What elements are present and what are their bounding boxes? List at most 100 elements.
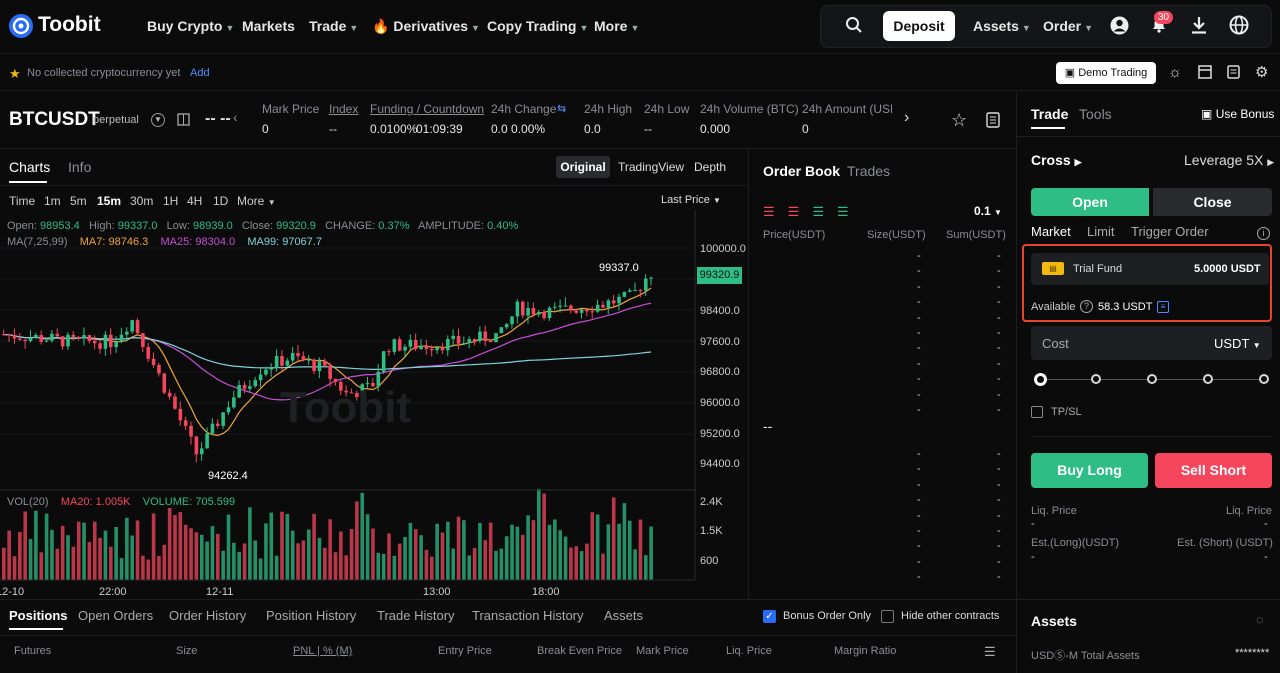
slider-handle[interactable] <box>1034 373 1047 386</box>
orderbook-row[interactable]: -- <box>760 250 1008 264</box>
leverage-select[interactable]: Leverage 5X ▶ <box>1184 152 1274 168</box>
interval-more[interactable]: More ▼ <box>237 194 276 208</box>
demo-trading-button[interactable]: ▣ Demo Trading <box>1056 62 1156 84</box>
orderbook-row[interactable]: -- <box>760 342 1008 356</box>
interval-30m[interactable]: 30m <box>130 194 153 208</box>
tab-assets[interactable]: Assets <box>604 608 643 623</box>
orderbook-view-icons[interactable]: ☰☰☰☰ <box>763 204 862 220</box>
orderbook-row[interactable]: -- <box>760 525 1008 539</box>
orderbook-row[interactable]: -- <box>760 373 1008 387</box>
tab-tools[interactable]: Tools <box>1079 106 1112 122</box>
tab-transaction-history[interactable]: Transaction History <box>472 608 584 623</box>
orderbook-row[interactable]: -- <box>760 479 1008 493</box>
interval-5m[interactable]: 5m <box>70 194 87 208</box>
symbol-dropdown-icon[interactable]: ▼ <box>151 113 165 127</box>
orderbook-row[interactable]: -- <box>760 463 1008 477</box>
interval-1m[interactable]: 1m <box>44 194 61 208</box>
use-bonus-toggle[interactable]: ▣ Use Bonus <box>1201 107 1274 121</box>
orderbook-row[interactable]: -- <box>760 312 1008 326</box>
orderbook-row[interactable]: -- <box>760 265 1008 279</box>
close-tab-button[interactable]: Close <box>1153 188 1272 216</box>
orderbook-row[interactable]: -- <box>760 556 1008 570</box>
orderbook-row[interactable]: -- <box>760 389 1008 403</box>
nav-derivatives[interactable]: 🔥 Derivatives ▼ <box>372 18 480 35</box>
nav-buy-crypto[interactable]: Buy Crypto ▼ <box>147 18 234 34</box>
open-tab-button[interactable]: Open <box>1031 188 1149 216</box>
nav-copy-trading[interactable]: Copy Trading ▼ <box>487 18 588 34</box>
chevron-right-icon[interactable]: › <box>904 109 909 127</box>
globe-icon[interactable] <box>1229 15 1249 38</box>
hide-eye-icon[interactable]: ◌ <box>1256 612 1264 627</box>
nav-markets[interactable]: Markets <box>242 18 295 34</box>
view-bids-icon[interactable]: ☰ <box>788 204 813 219</box>
toobit-logo-icon[interactable] <box>9 14 33 38</box>
orderbook-row[interactable]: -- <box>760 571 1008 585</box>
order-type-trigger[interactable]: Trigger Order <box>1131 224 1209 239</box>
interval-4h[interactable]: 4H <box>187 194 202 208</box>
order-type-limit[interactable]: Limit <box>1087 224 1114 239</box>
tab-charts[interactable]: Charts <box>9 159 50 175</box>
view-trades-icon[interactable]: ☰ <box>837 204 862 219</box>
chevron-left-icon[interactable]: ‹ <box>233 109 238 125</box>
orderbook-row[interactable]: -- <box>760 327 1008 341</box>
tab-trade[interactable]: Trade <box>1031 106 1068 122</box>
tab-order-book[interactable]: Order Book <box>763 163 840 179</box>
nav-trade[interactable]: Trade ▼ <box>309 18 358 34</box>
favorite-star-icon[interactable]: ☆ <box>951 110 967 131</box>
view-depth[interactable]: Depth <box>694 160 726 174</box>
settings-gear-icon[interactable]: ⚙ <box>1255 63 1268 81</box>
slider-step[interactable] <box>1091 374 1101 384</box>
transfer-icon[interactable]: ≡ <box>1157 301 1169 313</box>
view-original[interactable]: Original <box>556 156 610 178</box>
layout-icon[interactable] <box>1198 65 1212 82</box>
assets-menu[interactable]: Assets ▼ <box>973 18 1031 34</box>
view-both-icon[interactable]: ☰ <box>763 204 788 219</box>
search-icon[interactable] <box>845 16 863 37</box>
index-label[interactable]: Index <box>329 102 358 116</box>
tab-trades[interactable]: Trades <box>847 163 890 179</box>
interval-time[interactable]: Time <box>9 194 35 208</box>
download-icon[interactable] <box>1191 16 1207 37</box>
interval-15m[interactable]: 15m <box>97 194 121 208</box>
price-type-select[interactable]: Last Price ▼ <box>661 194 721 206</box>
document-icon[interactable] <box>1227 65 1240 82</box>
funding-label[interactable]: Funding / Countdown <box>370 102 484 116</box>
orderbook-row[interactable]: -- <box>760 448 1008 462</box>
theme-sun-icon[interactable]: ☼ <box>1168 64 1182 81</box>
margin-mode[interactable]: Cross ▶ <box>1031 152 1082 168</box>
symbol-name[interactable]: BTCUSDT <box>9 109 100 131</box>
hide-contracts-checkbox[interactable] <box>881 610 894 623</box>
nav-more[interactable]: More ▼ <box>594 18 639 34</box>
tab-position-history[interactable]: Position History <box>266 608 356 623</box>
buy-long-button[interactable]: Buy Long <box>1031 453 1148 488</box>
col-pnl[interactable]: PNL | % (M) <box>293 645 352 657</box>
contract-info-icon[interactable] <box>986 112 1000 131</box>
orderbook-row[interactable]: -- <box>760 281 1008 295</box>
add-favorite-link[interactable]: Add <box>190 67 210 79</box>
tab-trade-history[interactable]: Trade History <box>377 608 455 623</box>
sell-short-button[interactable]: Sell Short <box>1155 453 1272 488</box>
precision-select[interactable]: 0.1 ▼ <box>974 204 1002 218</box>
orderbook-row[interactable]: -- <box>760 494 1008 508</box>
bonus-only-checkbox[interactable]: ✓ <box>763 610 776 623</box>
tab-open-orders[interactable]: Open Orders <box>78 608 153 623</box>
orderbook-row[interactable]: -- <box>760 510 1008 524</box>
slider-step[interactable] <box>1147 374 1157 384</box>
order-type-market[interactable]: Market <box>1031 224 1071 239</box>
swap-icon[interactable]: ⇆ <box>557 102 566 115</box>
deposit-button[interactable]: Deposit <box>883 11 955 41</box>
interval-1d[interactable]: 1D <box>213 194 228 208</box>
orderbook-row[interactable]: -- <box>760 296 1008 310</box>
cost-unit-select[interactable]: USDT ▼ <box>1214 336 1261 351</box>
columns-settings-icon[interactable]: ☰ <box>984 644 996 660</box>
tab-positions[interactable]: Positions <box>9 608 68 623</box>
view-asks-icon[interactable]: ☰ <box>812 204 837 219</box>
user-avatar-icon[interactable] <box>1110 16 1129 38</box>
orderbook-row[interactable]: -- <box>760 358 1008 372</box>
slider-step[interactable] <box>1259 374 1269 384</box>
order-menu[interactable]: Order ▼ <box>1043 18 1093 34</box>
orderbook-row[interactable]: -- <box>760 540 1008 554</box>
book-icon[interactable] <box>177 113 190 129</box>
tab-info[interactable]: Info <box>68 159 91 175</box>
slider-step[interactable] <box>1203 374 1213 384</box>
